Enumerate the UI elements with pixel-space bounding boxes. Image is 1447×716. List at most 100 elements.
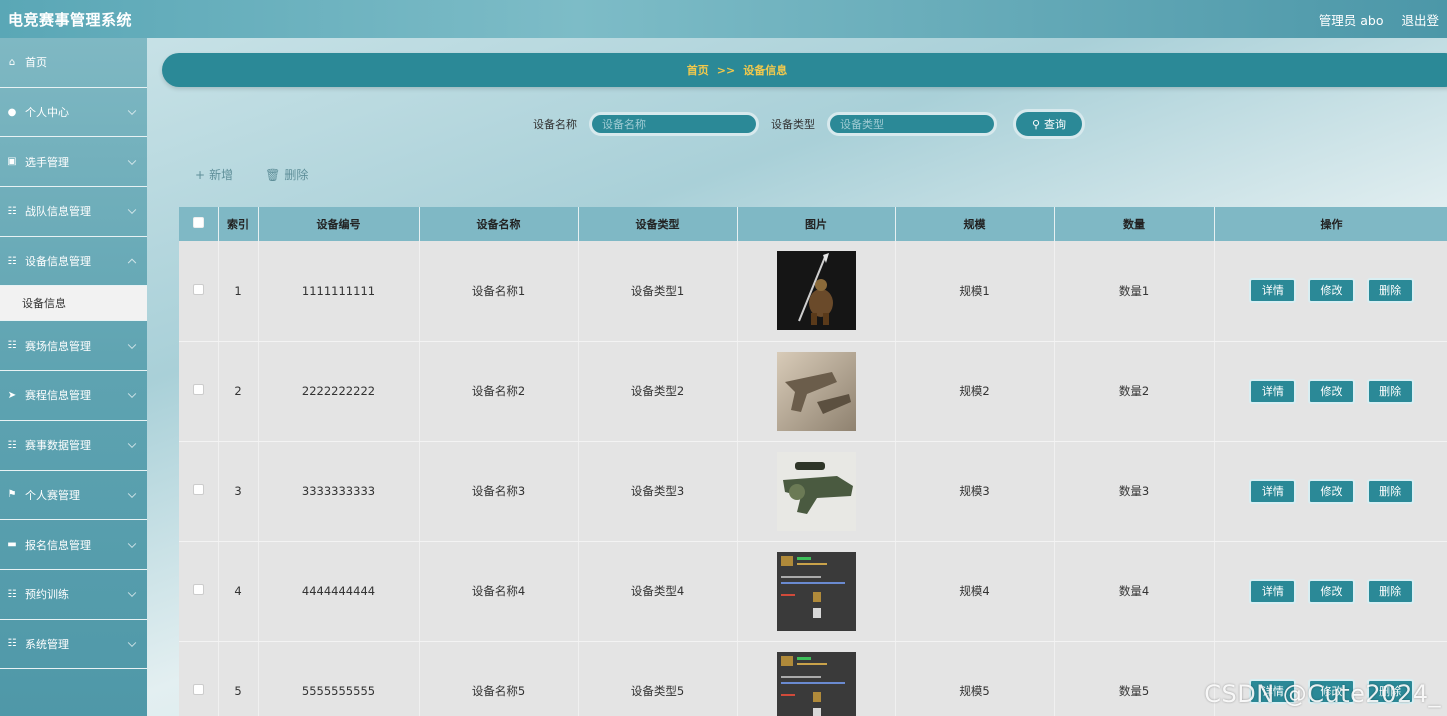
quantity-cell: 数量5 [1054,641,1215,716]
name-cell: 设备名称5 [419,641,579,716]
row-checkbox[interactable] [192,384,204,395]
delete-button[interactable]: 删除 [1366,278,1414,304]
type-cell: 设备类型4 [578,541,738,642]
operations-cell: 详情 修改 删除 [1214,441,1447,542]
grid-icon: ☷ [7,638,17,650]
sidebar-item-registration[interactable]: ▬ 报名信息管理 [0,520,147,570]
grid-icon: ☷ [7,439,17,451]
grid-icon: ☷ [7,255,17,267]
column-header: 设备名称 [419,207,579,241]
operations-cell: 详情 修改 删除 [1214,341,1447,442]
image-cell [737,641,896,716]
sidebar-item-system[interactable]: ☷ 系统管理 [0,620,147,670]
logout-link[interactable]: 退出登 [1401,10,1439,29]
delete-button[interactable]: 删除 [1366,478,1414,504]
equipment-thumbnail [776,251,856,331]
grid-icon: ☷ [7,205,17,217]
code-cell: 3333333333 [258,441,420,542]
printer-icon: ▬ [7,539,17,551]
chevron-down-icon [127,156,137,165]
sidebar-item-label: 赛事数据管理 [25,439,91,453]
index-cell: 5 [218,641,259,716]
sidebar-item-label: 报名信息管理 [25,538,91,552]
breadcrumb-home[interactable]: 首页 [687,62,709,78]
equipment-table-wrap: 索引 设备编号 设备名称 设备类型 图片 规模 数量 操作 1 11111111… [179,207,1447,716]
sidebar-subitem-equipment-info[interactable]: 设备信息 [0,286,147,322]
plus-icon: + [195,167,206,182]
bulk-delete-button[interactable]: 🗑 删除 [265,166,308,183]
name-cell: 设备名称4 [419,541,579,642]
trash-icon: 🗑 [265,167,281,182]
detail-button[interactable]: 详情 [1249,478,1297,504]
sidebar-item-equipment[interactable]: ☷ 设备信息管理 [0,237,147,287]
column-header: 规模 [895,207,1055,241]
type-cell: 设备类型1 [578,241,738,342]
row-checkbox[interactable] [192,484,204,495]
table-row: 3 3333333333 设备名称3 设备类型3 规模3 数量3 详情 修改 删… [179,441,1447,542]
detail-button[interactable]: 详情 [1249,278,1297,304]
search-icon: ⚲ [1031,117,1041,131]
edit-button[interactable]: 修改 [1308,278,1355,304]
column-header: 数量 [1054,207,1215,241]
image-cell [737,541,896,642]
row-checkbox[interactable] [192,283,204,295]
add-button-label: 新增 [209,168,234,182]
operations-cell: 详情 修改 删除 [1214,241,1447,342]
type-cell: 设备类型2 [578,341,738,442]
clipboard-icon: ▣ [7,156,17,168]
edit-button[interactable]: 修改 [1308,478,1355,504]
bulk-delete-label: 删除 [284,168,309,182]
sidebar-item-training[interactable]: ☷ 预约训练 [0,570,147,620]
quantity-cell: 数量1 [1054,241,1215,342]
detail-button[interactable]: 详情 [1249,578,1297,604]
code-cell: 5555555555 [258,641,420,716]
scale-cell: 规模3 [895,441,1055,542]
detail-button[interactable]: 详情 [1249,378,1297,404]
sidebar-item-solo[interactable]: ⚑ 个人赛管理 [0,471,147,521]
delete-button[interactable]: 删除 [1366,578,1414,604]
sidebar-item-players[interactable]: ▣ 选手管理 [0,137,147,188]
chevron-down-icon [127,205,137,215]
table-header-row: 索引 设备编号 设备名称 设备类型 图片 规模 数量 操作 [179,207,1447,241]
sidebar-item-label: 预约训练 [25,588,69,602]
equipment-thumbnail [776,551,856,631]
row-checkbox[interactable] [192,584,204,595]
search-button[interactable]: ⚲ 查询 [1013,109,1085,139]
sidebar-item-venues[interactable]: ☷ 赛场信息管理 [0,321,147,372]
index-cell: 1 [218,241,259,342]
edit-button[interactable]: 修改 [1308,378,1355,404]
sidebar-item-schedule[interactable]: ➤ 赛程信息管理 [0,371,147,421]
sidebar-item-label: 个人赛管理 [25,488,80,502]
sidebar-item-label: 赛程信息管理 [25,389,91,403]
add-button[interactable]: + 新增 [195,166,233,183]
sidebar-item-profile[interactable]: ● 个人中心 [0,88,147,138]
select-all-checkbox[interactable] [192,217,204,228]
chevron-down-icon [127,439,137,449]
row-select-cell [179,441,219,542]
search-button-label: 查询 [1044,118,1067,131]
code-cell: 2222222222 [258,341,420,442]
image-cell [737,341,896,442]
delete-button[interactable]: 删除 [1366,378,1414,404]
grid-icon: ☷ [7,340,17,352]
sidebar-item-label: 战队信息管理 [25,205,91,219]
name-cell: 设备名称3 [419,441,579,542]
row-checkbox[interactable] [192,684,204,695]
chevron-down-icon [127,489,137,498]
type-search-input[interactable] [827,112,997,136]
chevron-down-icon [127,539,137,548]
code-cell: 4444444444 [258,541,420,642]
sidebar-item-teams[interactable]: ☷ 战队信息管理 [0,187,147,237]
edit-button[interactable]: 修改 [1308,578,1355,604]
operations-cell: 详情 修改 删除 [1214,541,1447,642]
sidebar-item-match-data[interactable]: ☷ 赛事数据管理 [0,421,147,471]
select-all-cell [179,207,219,241]
type-cell: 设备类型3 [578,441,738,542]
name-search-input[interactable] [589,112,759,136]
chevron-down-icon [127,106,137,116]
breadcrumb-separator: >> [716,63,736,77]
top-header: 电竞赛事管理系统 管理员 abo 退出登 [0,0,1447,38]
quantity-cell: 数量4 [1054,541,1215,642]
chevron-down-icon [127,638,137,647]
sidebar-item-home[interactable]: ⌂ 首页 [0,38,147,88]
